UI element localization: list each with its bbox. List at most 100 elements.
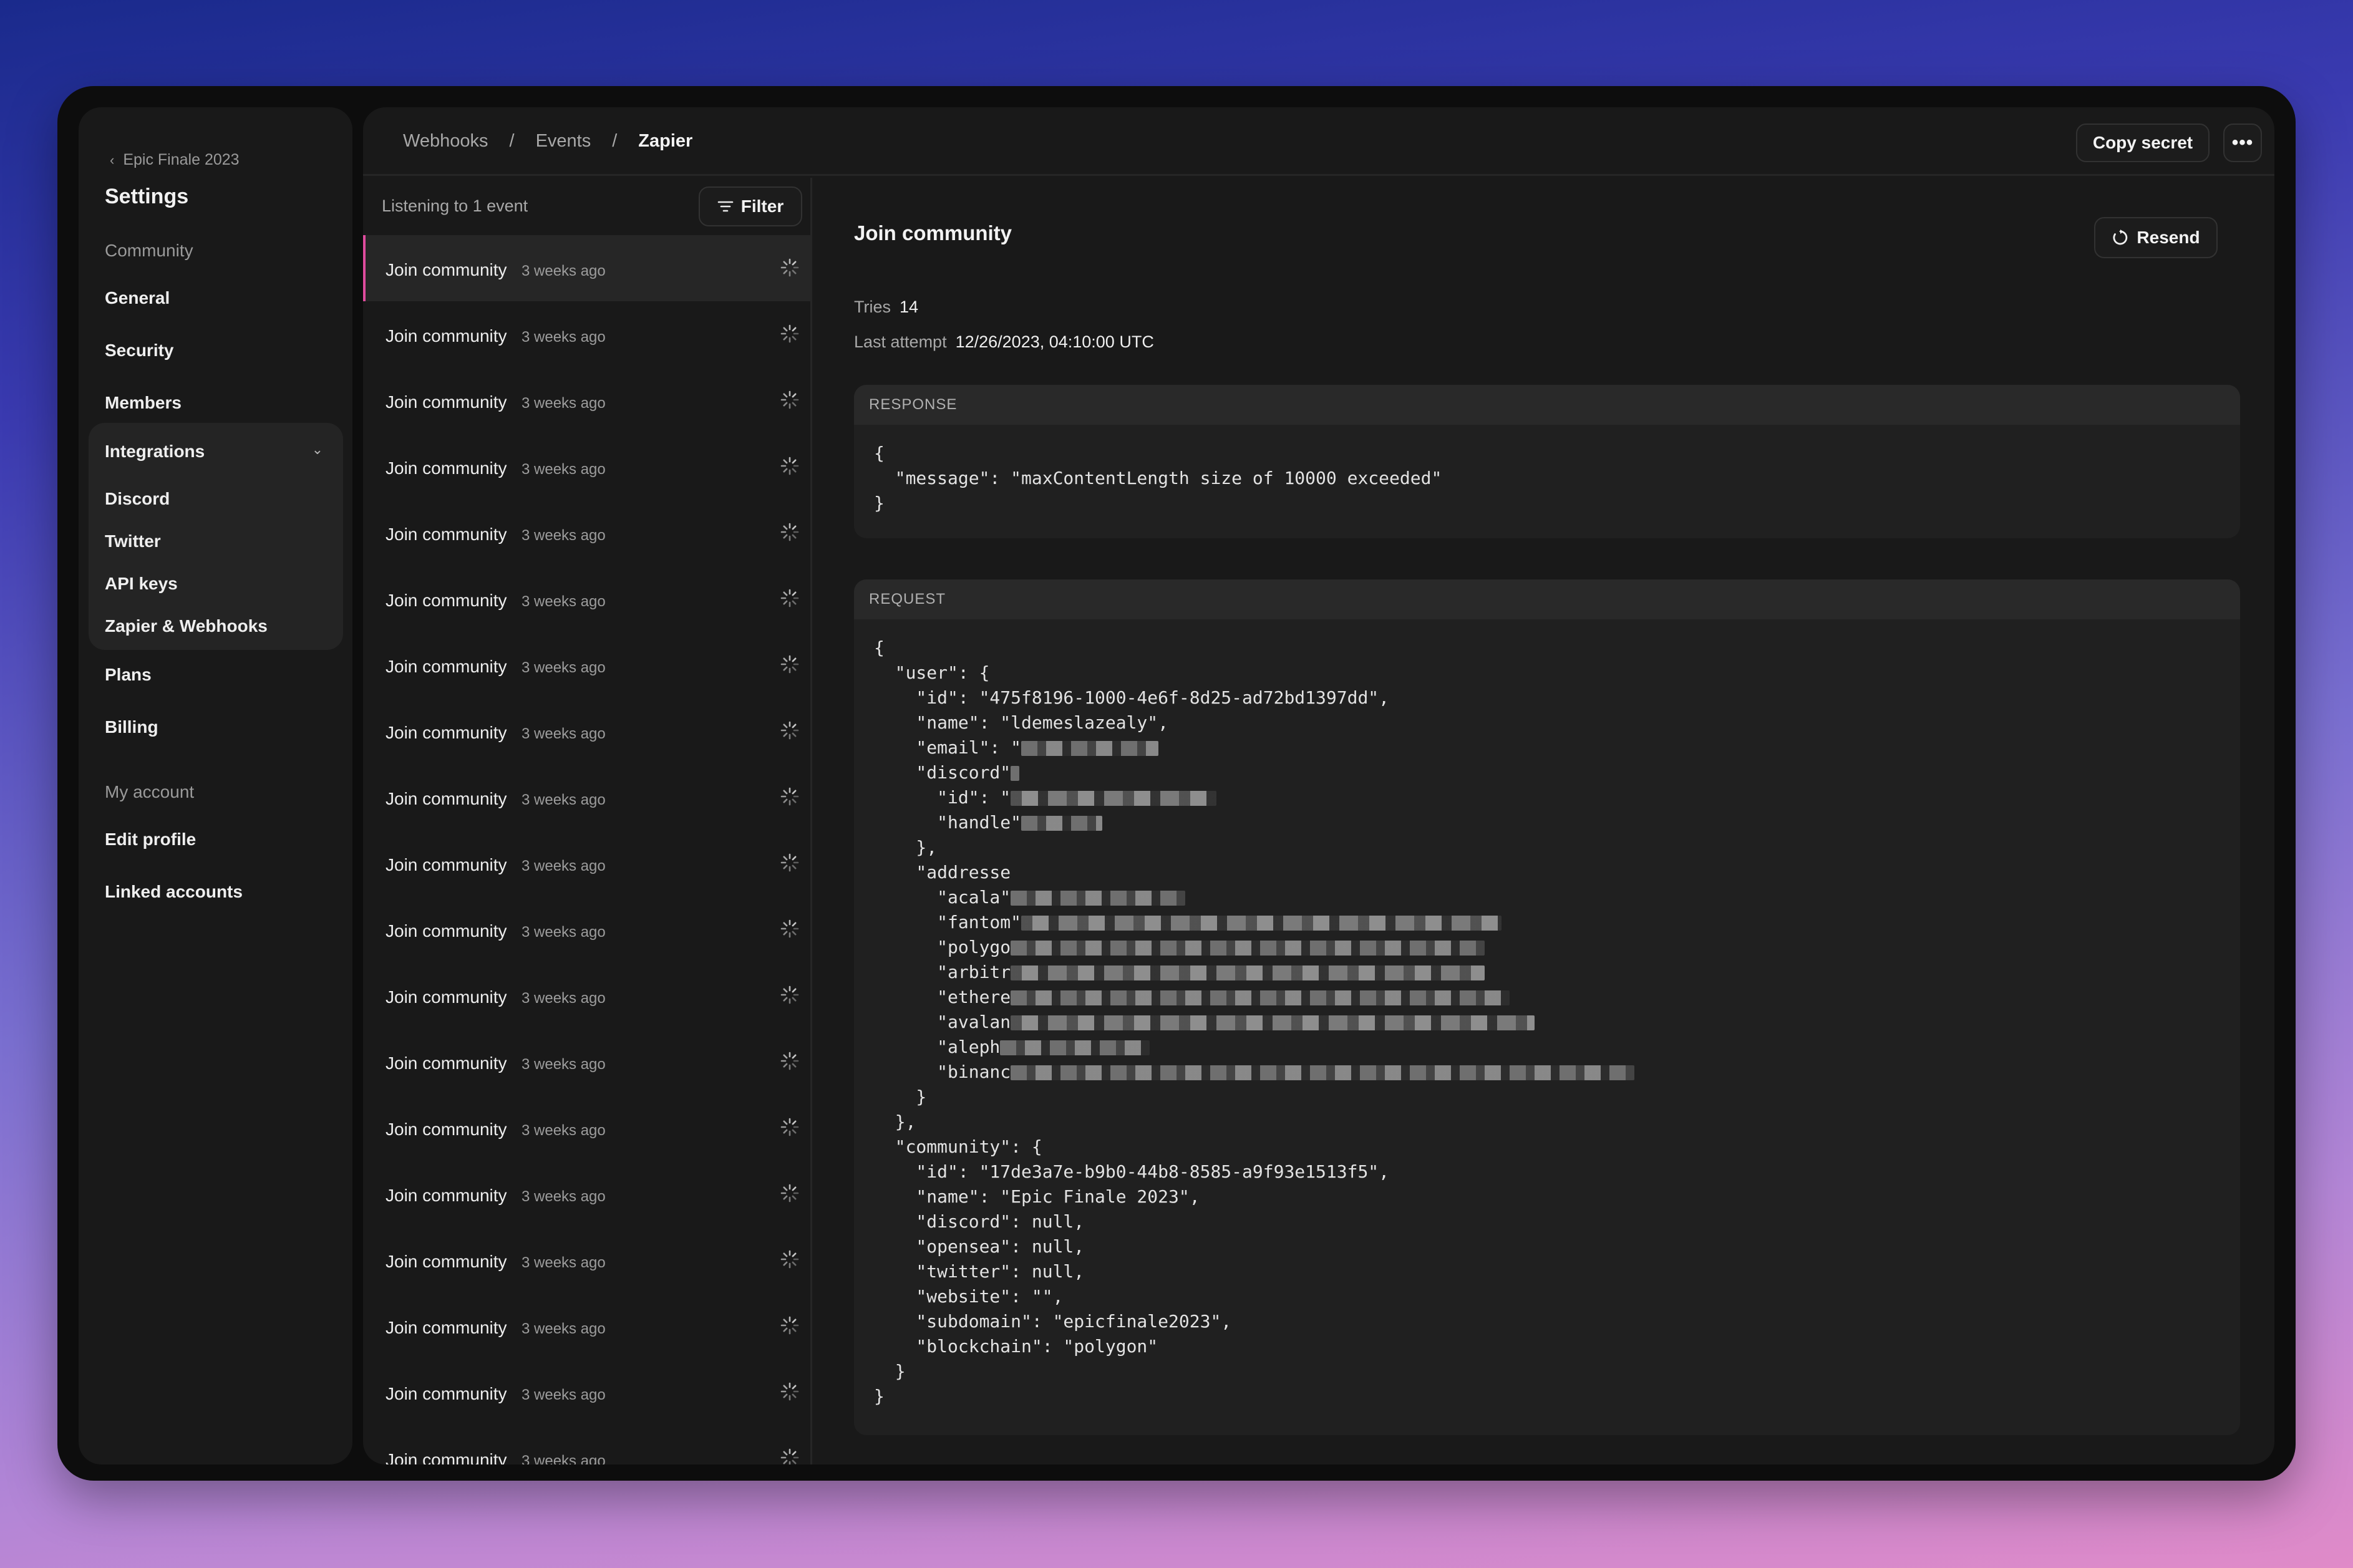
redacted-block (1021, 816, 1103, 831)
redacted-block (1021, 741, 1159, 756)
list-item[interactable]: Join community 3 weeks ago (363, 1028, 810, 1095)
tries-row: Tries 14 (854, 298, 918, 317)
request-line: "website": "", (874, 1286, 1064, 1307)
list-item[interactable]: Join community 3 weeks ago (363, 830, 810, 896)
loading-spinner-icon (779, 1248, 801, 1270)
chevron-left-icon: ‹ (110, 152, 115, 168)
sidebar-item-edit-profile[interactable]: Edit profile (105, 830, 196, 849)
back-link[interactable]: ‹ Epic Finale 2023 (110, 151, 240, 169)
list-item[interactable]: Join community 3 weeks ago (363, 367, 810, 433)
filter-button[interactable]: Filter (699, 186, 802, 226)
sidebar-item-linked-accounts[interactable]: Linked accounts (105, 882, 243, 902)
list-item[interactable]: Join community 3 weeks ago (363, 500, 810, 566)
list-item[interactable]: Join community 3 weeks ago (363, 566, 810, 632)
nav-group-community: Community (105, 241, 193, 260)
breadcrumb-webhooks[interactable]: Webhooks (403, 131, 488, 152)
event-name: Join community (386, 591, 507, 610)
sidebar-item-integrations[interactable]: Integrations (105, 442, 205, 462)
request-line: "email": " (874, 737, 1022, 758)
event-name: Join community (386, 987, 507, 1007)
sidebar-item-members[interactable]: Members (105, 393, 182, 413)
list-item[interactable]: Join community 3 weeks ago (363, 1359, 810, 1425)
event-title: Join community (854, 221, 1012, 244)
list-item[interactable]: Join community 3 weeks ago (363, 764, 810, 830)
resend-label: Resend (2137, 228, 2200, 247)
request-line: "handle" (874, 812, 1022, 833)
loading-spinner-icon (779, 389, 801, 411)
top-bar: Webhooks / Events / Zapier Copy secret •… (363, 107, 2274, 176)
list-item[interactable]: Join community 3 weeks ago (363, 632, 810, 698)
back-link-label: Epic Finale 2023 (123, 151, 240, 168)
event-name: Join community (386, 1120, 507, 1139)
loading-spinner-icon (779, 587, 801, 609)
sidebar-item-discord[interactable]: Discord (105, 489, 170, 509)
event-time: 3 weeks ago (522, 329, 606, 346)
list-item[interactable]: Join community 3 weeks ago (363, 235, 810, 301)
loading-spinner-icon (779, 322, 801, 345)
settings-sidebar: ‹ Epic Finale 2023 Settings Community Ge… (79, 107, 352, 1464)
event-time: 3 weeks ago (522, 1056, 606, 1073)
list-item[interactable]: Join community 3 weeks ago (363, 698, 810, 764)
redacted-block (1011, 965, 1485, 980)
event-name: Join community (386, 1318, 507, 1337)
loading-spinner-icon (779, 785, 801, 808)
list-item[interactable]: Join community 3 weeks ago (363, 301, 810, 367)
tries-value: 14 (900, 298, 919, 316)
request-line: "blockchain": "polygon" (874, 1336, 1158, 1357)
sidebar-item-security[interactable]: Security (105, 341, 174, 361)
request-line: "user": { (874, 662, 990, 683)
redacted-block (1011, 1015, 1535, 1030)
request-line: "name": "ldemeslazealy", (874, 712, 1169, 733)
list-item[interactable]: Join community 3 weeks ago (363, 1095, 810, 1161)
last-attempt-value: 12/26/2023, 04:10:00 UTC (955, 332, 1154, 351)
chevron-down-icon[interactable]: ⌄ (312, 442, 323, 458)
resend-button[interactable]: Resend (2094, 217, 2218, 258)
breadcrumb-events[interactable]: Events (536, 131, 591, 152)
request-line: "fantom" (874, 912, 1022, 932)
event-name: Join community (386, 458, 507, 478)
redacted-block (1000, 1040, 1150, 1055)
loading-spinner-icon (779, 1380, 801, 1403)
list-item[interactable]: Join community 3 weeks ago (363, 1425, 810, 1464)
event-time: 3 weeks ago (522, 659, 606, 676)
event-time: 3 weeks ago (522, 1122, 606, 1139)
request-line: "id": "475f8196-1000-4e6f-8d25-ad72bd139… (874, 687, 1390, 708)
event-time: 3 weeks ago (522, 858, 606, 874)
event-name: Join community (386, 1252, 507, 1271)
event-detail: Join community Resend Tries 14 Last attem… (814, 178, 2274, 1464)
sidebar-item-twitter[interactable]: Twitter (105, 531, 161, 551)
loading-spinner-icon (779, 1182, 801, 1204)
event-name: Join community (386, 1384, 507, 1403)
sidebar-item-zapier-webhooks[interactable]: Zapier & Webhooks (105, 616, 268, 636)
request-line: "acala" (874, 887, 1011, 907)
sidebar-item-api-keys[interactable]: API keys (105, 574, 178, 594)
request-line: "twitter": null, (874, 1261, 1085, 1282)
sidebar-item-general[interactable]: General (105, 288, 170, 308)
request-line: }, (874, 1111, 916, 1132)
list-item[interactable]: Join community 3 weeks ago (363, 962, 810, 1028)
request-line: } (874, 1086, 927, 1107)
loading-spinner-icon (779, 719, 801, 742)
event-time: 3 weeks ago (522, 593, 606, 610)
request-line: "avalan (874, 1012, 1011, 1032)
sidebar-item-plans[interactable]: Plans (105, 665, 152, 685)
redacted-block (1011, 891, 1186, 906)
response-panel: RESPONSE { "message": "maxContentLength … (854, 385, 2240, 538)
copy-secret-button[interactable]: Copy secret (2076, 123, 2210, 162)
redacted-block (1011, 990, 1510, 1005)
sidebar-item-billing[interactable]: Billing (105, 717, 158, 737)
loading-spinner-icon (779, 1116, 801, 1138)
loading-spinner-icon (779, 256, 801, 279)
request-line: "polygo (874, 937, 1011, 957)
list-item[interactable]: Join community 3 weeks ago (363, 1293, 810, 1359)
event-time: 3 weeks ago (522, 395, 606, 412)
list-item[interactable]: Join community 3 weeks ago (363, 1161, 810, 1227)
redacted-block (1011, 766, 1020, 781)
list-item[interactable]: Join community 3 weeks ago (363, 433, 810, 500)
ellipsis-icon[interactable]: ••• (2223, 123, 2262, 162)
list-item[interactable]: Join community 3 weeks ago (363, 1227, 810, 1293)
request-line: "subdomain": "epicfinale2023", (874, 1311, 1232, 1332)
loading-spinner-icon (779, 1314, 801, 1337)
request-line: "community": { (874, 1136, 1042, 1157)
list-item[interactable]: Join community 3 weeks ago (363, 896, 810, 962)
